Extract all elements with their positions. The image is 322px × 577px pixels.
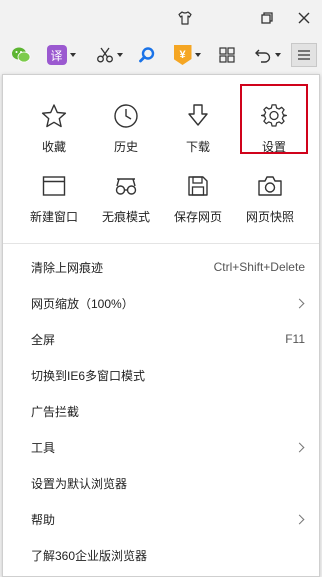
wechat-icon[interactable] bbox=[10, 43, 32, 67]
title-bar bbox=[0, 0, 322, 36]
menu-item-label: 全屏 bbox=[31, 332, 56, 347]
grid-label: 收藏 bbox=[41, 140, 66, 154]
undo-icon bbox=[254, 49, 270, 63]
chevron-right-icon bbox=[294, 298, 305, 308]
menu-item-label: 设置为默认浏览器 bbox=[31, 476, 128, 491]
chevron-right-icon bbox=[294, 442, 305, 452]
grid-label: 网页快照 bbox=[245, 210, 294, 224]
enterprise-info-item[interactable]: 了解360企业版浏览器 bbox=[3, 537, 319, 573]
zoom-item[interactable]: 网页缩放（100%） bbox=[3, 285, 319, 321]
toolbar: 译 ¥ bbox=[0, 36, 322, 74]
camera-icon bbox=[235, 171, 305, 201]
favorites-button[interactable]: 收藏 bbox=[19, 101, 89, 155]
star-icon bbox=[19, 101, 89, 131]
grid-label: 保存网页 bbox=[173, 210, 222, 224]
translate-icon: 译 bbox=[46, 45, 67, 65]
screenshot-button[interactable] bbox=[92, 43, 126, 67]
clock-icon bbox=[91, 101, 161, 131]
undo-button[interactable] bbox=[250, 43, 284, 67]
menu-item-label: 切换到IE6多窗口模式 bbox=[31, 368, 146, 383]
menu-item-label: 了解360企业版浏览器 bbox=[31, 548, 148, 563]
clear-history-item[interactable]: 清除上网痕迹 Ctrl+Shift+Delete bbox=[3, 249, 319, 285]
history-button[interactable]: 历史 bbox=[91, 101, 161, 155]
ad-block-item[interactable]: 广告拦截 bbox=[3, 393, 319, 429]
menu-item-label: 广告拦截 bbox=[31, 404, 80, 419]
save-page-button[interactable]: 保存网页 bbox=[163, 171, 233, 225]
grid-label: 历史 bbox=[113, 140, 138, 154]
settings-highlight-box bbox=[240, 84, 308, 154]
close-icon[interactable] bbox=[292, 6, 316, 30]
glasses-icon bbox=[91, 171, 161, 201]
shortcut-label: F11 bbox=[285, 332, 305, 346]
menu-item-label: 工具 bbox=[31, 440, 56, 455]
grid-label: 无痕模式 bbox=[101, 210, 150, 224]
chevron-down-icon bbox=[116, 53, 123, 57]
ie6-mode-item[interactable]: 切换到IE6多窗口模式 bbox=[3, 357, 319, 393]
coupon-icon: ¥ bbox=[173, 45, 192, 65]
chevron-down-icon bbox=[274, 53, 281, 57]
window-icon bbox=[19, 171, 89, 201]
page-snapshot-button[interactable]: 网页快照 bbox=[235, 171, 305, 225]
chevron-down-icon bbox=[69, 53, 76, 57]
help-item[interactable]: 帮助 bbox=[3, 501, 319, 537]
tools-item[interactable]: 工具 bbox=[3, 429, 319, 465]
new-window-button[interactable]: 新建窗口 bbox=[19, 171, 89, 225]
grid-label: 新建窗口 bbox=[29, 210, 78, 224]
menu-divider bbox=[3, 243, 319, 244]
menu-item-label: 网页缩放（100%） bbox=[31, 296, 134, 311]
grid-label: 下载 bbox=[185, 140, 210, 154]
chevron-right-icon bbox=[294, 514, 305, 524]
shirt-icon[interactable] bbox=[173, 6, 197, 30]
coupon-button[interactable]: ¥ bbox=[170, 43, 204, 67]
restore-icon[interactable] bbox=[255, 6, 279, 30]
download-icon bbox=[163, 101, 233, 131]
chevron-down-icon bbox=[194, 53, 201, 57]
shortcut-label: Ctrl+Shift+Delete bbox=[213, 260, 305, 274]
menu-item-label: 帮助 bbox=[31, 512, 56, 527]
menu-icon[interactable] bbox=[291, 43, 317, 67]
search-icon[interactable] bbox=[136, 43, 158, 67]
translate-button[interactable]: 译 bbox=[44, 43, 78, 67]
downloads-button[interactable]: 下载 bbox=[163, 101, 233, 155]
fullscreen-item[interactable]: 全屏 F11 bbox=[3, 321, 319, 357]
save-icon bbox=[163, 171, 233, 201]
main-menu: 收藏 历史 下载 设置 新建窗口 无痕模式 保存网页 网页快照 清除上网痕迹 C… bbox=[2, 74, 320, 577]
apps-icon[interactable] bbox=[216, 43, 238, 67]
menu-item-label: 清除上网痕迹 bbox=[31, 260, 104, 275]
scissors-icon bbox=[96, 47, 113, 63]
incognito-button[interactable]: 无痕模式 bbox=[91, 171, 161, 225]
default-browser-item[interactable]: 设置为默认浏览器 bbox=[3, 465, 319, 501]
